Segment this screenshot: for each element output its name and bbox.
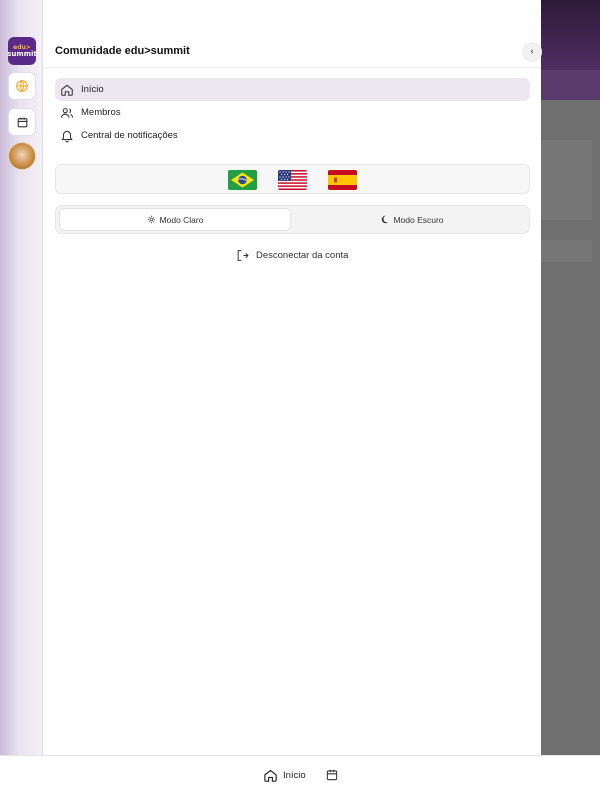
brazil-flag-button[interactable] (228, 170, 257, 190)
moon-icon (382, 215, 389, 224)
collapse-drawer-button[interactable]: ‹ (522, 42, 542, 62)
community-logo[interactable]: edu> summit (7, 37, 37, 65)
background-card (540, 240, 592, 262)
left-rail: edu> summit (0, 0, 43, 755)
users-icon (60, 106, 74, 120)
brazil-flag-icon (228, 170, 257, 190)
spain-flag-button[interactable] (328, 170, 357, 190)
nav-item-membros[interactable]: Membros (55, 101, 530, 124)
dark-mode-label: Modo Escuro (393, 214, 444, 225)
chevron-left-icon: ‹ (530, 47, 534, 57)
bottom-nav-calendar[interactable] (325, 767, 339, 781)
logo-text-bottom: summit (7, 49, 37, 58)
drawer-header: Comunidade edu>summit ‹ (43, 0, 542, 68)
logout-label: Desconectar da conta (256, 249, 349, 261)
navigation-drawer: Comunidade edu>summit ‹ Início Membros C… (43, 0, 542, 755)
bell-icon (60, 129, 74, 143)
drawer-nav: Início Membros Central de notificações (55, 78, 530, 147)
home-icon (60, 83, 74, 97)
spain-flag-icon (328, 170, 357, 190)
usa-flag-button[interactable] (278, 170, 307, 190)
bottom-navigation-bar: Início (0, 755, 600, 800)
language-selector (55, 164, 530, 194)
logout-button[interactable]: Desconectar da conta (236, 247, 348, 263)
nav-item-label: Início (81, 84, 104, 95)
calendar-icon (17, 117, 27, 127)
theme-mode-toggle: Modo Claro Modo Escuro (55, 205, 530, 234)
bottom-nav-home[interactable]: Início (263, 767, 306, 783)
user-avatar[interactable] (8, 142, 36, 170)
sun-icon (147, 215, 155, 224)
nav-item-inicio[interactable]: Início (55, 78, 530, 101)
drawer-title: Comunidade edu>summit (55, 45, 190, 57)
bottom-nav-home-label: Início (283, 769, 306, 781)
rail-calendar-button[interactable] (8, 108, 36, 136)
nav-item-label: Central de notificações (81, 130, 178, 141)
globe-icon (16, 79, 28, 93)
calendar-icon (326, 769, 338, 781)
rail-globe-button[interactable] (8, 72, 36, 100)
home-icon (264, 769, 277, 782)
light-mode-button[interactable]: Modo Claro (59, 208, 291, 231)
dark-mode-button[interactable]: Modo Escuro (296, 208, 528, 231)
background-subheader (540, 70, 600, 100)
nav-item-notificacoes[interactable]: Central de notificações (55, 124, 530, 147)
logout-icon (237, 249, 249, 261)
light-mode-label: Modo Claro (159, 214, 204, 225)
usa-flag-icon (278, 170, 307, 190)
background-card (540, 140, 592, 220)
nav-item-label: Membros (81, 107, 121, 118)
